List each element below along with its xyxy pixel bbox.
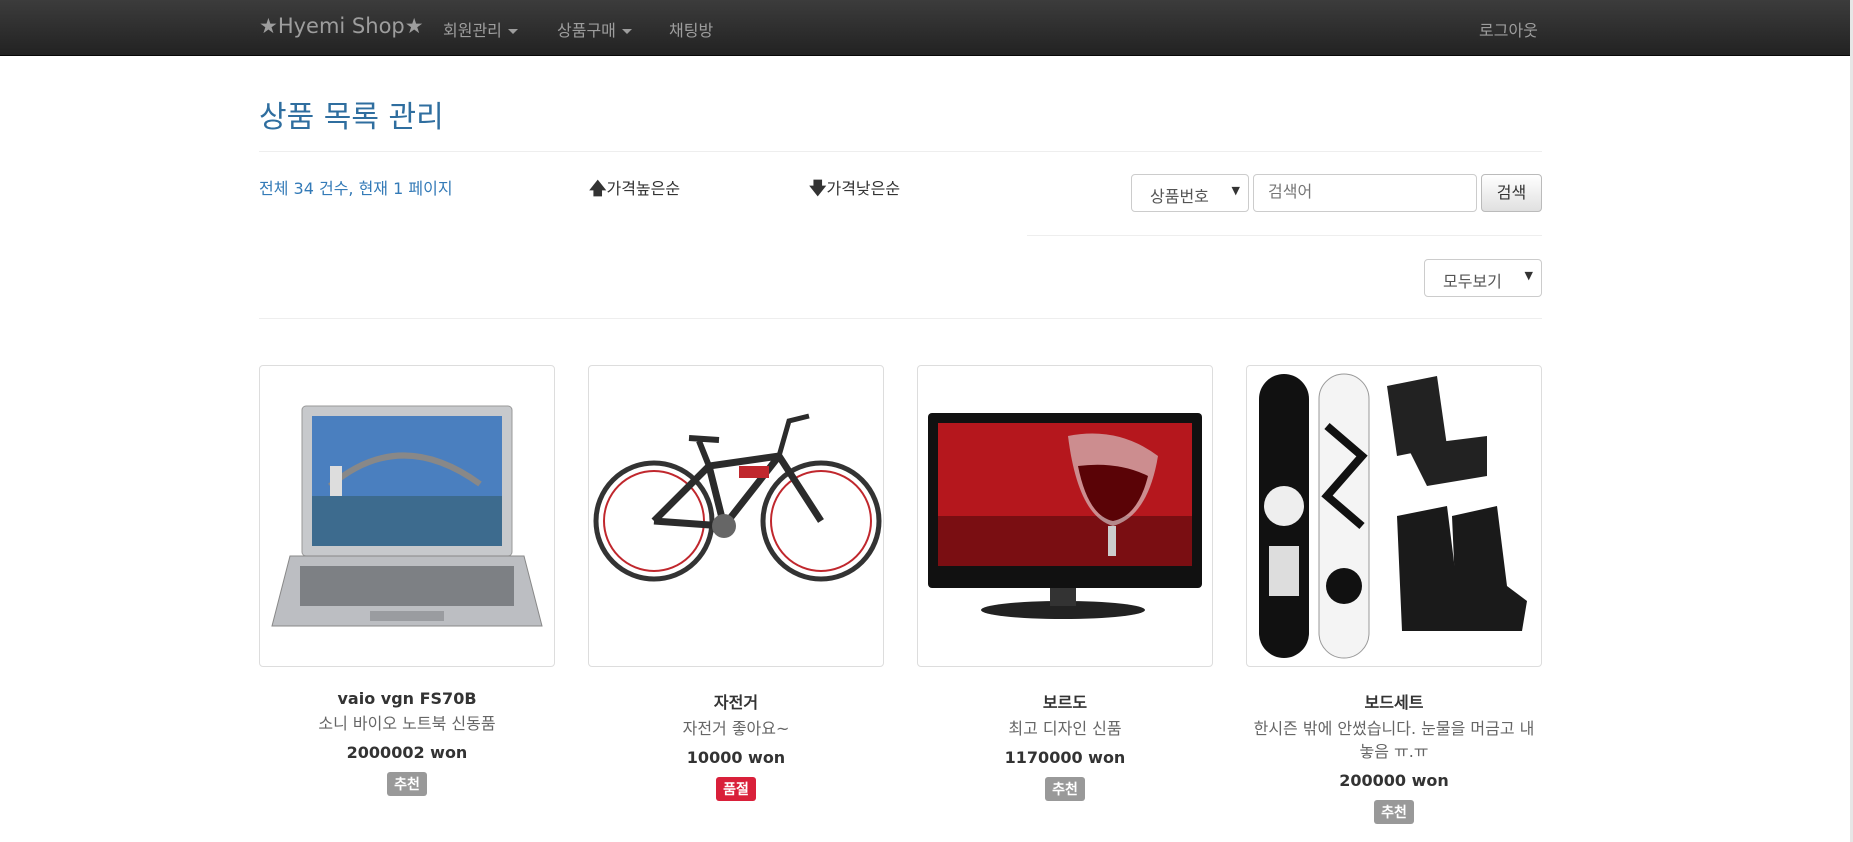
dropdown-arrow-icon: ▼ bbox=[1524, 269, 1533, 282]
product-status-badge: 품절 bbox=[716, 777, 756, 801]
logout-link[interactable]: 로그아웃 bbox=[1479, 17, 1538, 41]
product-name[interactable]: 자전거 bbox=[588, 689, 884, 713]
nav-purchase-menu[interactable]: 상품구매 bbox=[557, 17, 632, 41]
product-status-badge: 추천 bbox=[1045, 777, 1085, 801]
product-status-badge: 추천 bbox=[387, 772, 427, 796]
product-thumbnail[interactable] bbox=[917, 365, 1213, 667]
arrow-down-icon: 🡇 bbox=[809, 179, 827, 199]
page-title: 상품 목록 관리 bbox=[259, 100, 444, 135]
arrow-up-icon: 🡅 bbox=[589, 179, 607, 199]
sort-price-low-label: 가격낮은순 bbox=[826, 179, 901, 198]
product-price: 1170000 won bbox=[1004, 748, 1126, 767]
product-card[interactable]: 보드세트 한시즌 밖에 안썼습니다. 눈물을 머금고 내놓음 ㅠ.ㅠ 20000… bbox=[1246, 365, 1542, 824]
product-description: 한시즌 밖에 안썼습니다. 눈물을 머금고 내놓음 ㅠ.ㅠ bbox=[1253, 719, 1535, 761]
top-navbar: ★Hyemi Shop★ 회원관리 상품구매 채팅방 로그아웃 bbox=[0, 0, 1850, 56]
search-condition-select[interactable]: 상품번호 ▼ bbox=[1131, 174, 1249, 212]
nav-member-menu[interactable]: 회원관리 bbox=[443, 17, 518, 41]
sort-price-high-label: 가격높은순 bbox=[606, 179, 681, 198]
laptop-image bbox=[271, 405, 543, 627]
view-filter-value: 모두보기 bbox=[1443, 272, 1502, 291]
bicycle-image bbox=[593, 413, 882, 582]
product-thumbnail[interactable] bbox=[1246, 365, 1542, 667]
divider bbox=[259, 151, 1542, 152]
dropdown-arrow-icon: ▼ bbox=[1231, 184, 1240, 197]
sort-price-high-link[interactable]: 🡅가격높은순 bbox=[589, 175, 680, 205]
sort-price-low-link[interactable]: 🡇가격낮은순 bbox=[809, 175, 900, 205]
product-description: 소니 바이오 노트북 신동품 bbox=[318, 714, 496, 733]
product-price: 10000 won bbox=[686, 748, 786, 767]
product-thumbnail[interactable] bbox=[588, 365, 884, 667]
search-condition-value: 상품번호 bbox=[1150, 187, 1209, 206]
product-card[interactable]: vaio vgn FS70B 소니 바이오 노트북 신동품 2000002 wo… bbox=[259, 365, 555, 796]
product-name[interactable]: 보르도 bbox=[917, 689, 1213, 713]
product-card[interactable]: 보르도 최고 디자인 신품 1170000 won 추천 bbox=[917, 365, 1213, 801]
search-input[interactable] bbox=[1253, 174, 1477, 212]
view-filter-select[interactable]: 모두보기 ▼ bbox=[1424, 259, 1542, 297]
product-card[interactable]: 자전거 자전거 좋아요~ 10000 won 품절 bbox=[588, 365, 884, 801]
product-price: 200000 won bbox=[1339, 771, 1449, 790]
nav-member-label: 회원관리 bbox=[443, 21, 502, 40]
caret-down-icon bbox=[507, 29, 518, 34]
product-status-badge: 추천 bbox=[1374, 800, 1414, 824]
nav-chat-link[interactable]: 채팅방 bbox=[669, 17, 713, 41]
snowboard-set-image bbox=[1259, 373, 1527, 659]
nav-purchase-label: 상품구매 bbox=[557, 21, 616, 40]
product-description: 최고 디자인 신품 bbox=[1008, 719, 1122, 738]
product-price: 2000002 won bbox=[346, 743, 468, 762]
product-name[interactable]: vaio vgn FS70B bbox=[259, 689, 555, 708]
divider bbox=[259, 318, 1542, 319]
product-name[interactable]: 보드세트 bbox=[1246, 689, 1542, 713]
brand-logo[interactable]: ★Hyemi Shop★ bbox=[259, 14, 424, 38]
divider bbox=[1027, 235, 1542, 236]
product-description: 자전거 좋아요~ bbox=[682, 719, 790, 738]
tv-image bbox=[928, 413, 1202, 619]
search-button[interactable]: 검색 bbox=[1481, 174, 1542, 212]
caret-down-icon bbox=[621, 29, 632, 34]
product-thumbnail[interactable] bbox=[259, 365, 555, 667]
result-summary: 전체 34 건수, 현재 1 페이지 bbox=[259, 179, 453, 198]
